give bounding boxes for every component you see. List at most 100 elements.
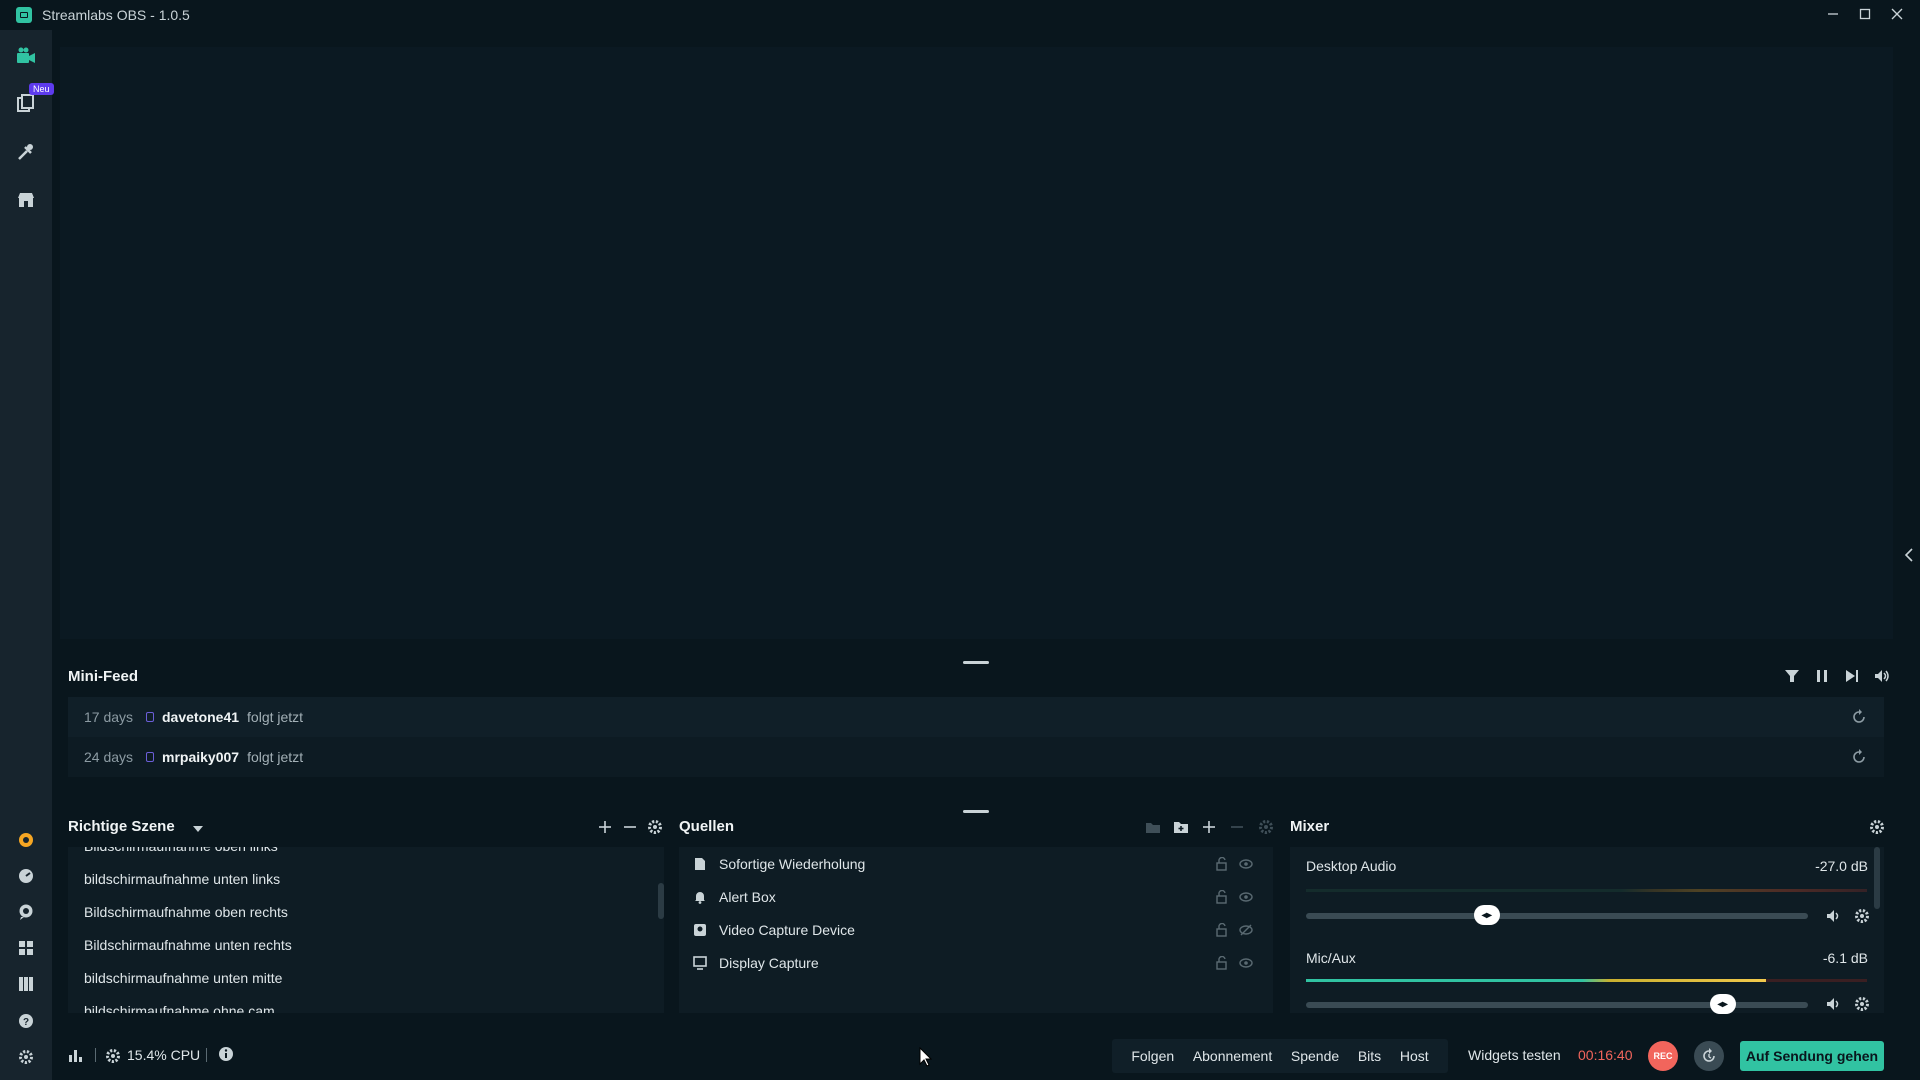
scenes-title: Richtige Szene — [68, 818, 175, 835]
mixer-panel: Desktop Audio -27.0 dB ◂▸ Mic/Aux -6.1 d… — [1290, 847, 1884, 1016]
audio-meter — [1306, 889, 1867, 892]
close-button[interactable] — [1888, 3, 1906, 25]
source-item[interactable]: Sofortige Wiederholung — [679, 847, 1273, 880]
scene-item[interactable]: bildschirmaufnahme ohne cam — [68, 994, 664, 1014]
chat-icon[interactable] — [16, 902, 36, 922]
volume-slider[interactable]: ◂▸ — [1306, 905, 1808, 925]
help-icon[interactable]: ? — [16, 1011, 36, 1031]
replay-buffer-icon[interactable] — [1694, 1041, 1724, 1071]
widgets-grid-icon[interactable] — [16, 938, 36, 958]
widgets-test-toggle[interactable]: Widgets testen — [1468, 1047, 1561, 1063]
speaker-icon[interactable] — [1826, 997, 1842, 1016]
performance-chart-icon[interactable] — [68, 1048, 84, 1067]
source-label: Video Capture Device — [719, 921, 855, 938]
scene-item[interactable]: Bildschirmaufnahme oben rechts — [68, 895, 664, 928]
feed-resize-handle[interactable] — [963, 810, 989, 813]
cpu-gear-icon — [105, 1048, 121, 1069]
title-bar: Streamlabs OBS - 1.0.5 — [0, 0, 1920, 30]
scene-collection-selector[interactable]: Richtige Szene — [68, 818, 203, 836]
eye-icon[interactable] — [1239, 857, 1253, 871]
volume-icon[interactable] — [1874, 668, 1890, 684]
skip-icon[interactable] — [1844, 668, 1860, 684]
volume-slider-knob[interactable]: ◂▸ — [1473, 905, 1500, 925]
feed-time: 24 days — [84, 749, 134, 765]
filter-icon[interactable] — [1784, 668, 1800, 684]
lock-icon[interactable] — [1215, 856, 1229, 871]
maximize-button[interactable] — [1856, 3, 1874, 25]
layout-editor-icon[interactable] — [16, 93, 36, 113]
source-item[interactable]: Alert Box — [679, 880, 1273, 913]
mixer-scrollbar[interactable] — [1874, 847, 1880, 909]
minimize-button[interactable] — [1824, 3, 1842, 25]
source-item[interactable]: Display Capture — [679, 946, 1273, 979]
dashboard-icon[interactable] — [16, 866, 36, 886]
source-label: Sofortige Wiederholung — [719, 855, 866, 872]
lock-icon[interactable] — [1215, 922, 1229, 937]
test-bits-button[interactable]: Bits — [1358, 1048, 1381, 1064]
file-icon — [693, 857, 707, 871]
add-folder-icon[interactable] — [1172, 818, 1190, 836]
info-icon[interactable] — [218, 1046, 234, 1067]
prime-icon[interactable] — [16, 830, 36, 850]
stream-preview[interactable] — [60, 47, 1893, 639]
caret-down-icon — [192, 819, 203, 836]
mixer-settings-gear-icon[interactable] — [1868, 818, 1886, 836]
divider — [95, 1048, 96, 1062]
remove-scene-button[interactable] — [621, 818, 639, 836]
studio-editor-icon[interactable] — [16, 46, 36, 66]
audio-meter — [1306, 979, 1867, 982]
go-live-button[interactable]: Auf Sendung gehen — [1740, 1041, 1884, 1071]
test-follow-button[interactable]: Folgen — [1131, 1048, 1174, 1064]
source-settings-gear-icon[interactable] — [1257, 818, 1275, 836]
volume-slider-knob[interactable]: ◂▸ — [1709, 994, 1736, 1014]
scene-scrollbar[interactable] — [658, 883, 664, 919]
recording-timer: 00:16:40 — [1578, 1047, 1633, 1063]
test-host-button[interactable]: Host — [1400, 1048, 1429, 1064]
remove-source-button[interactable] — [1228, 818, 1246, 836]
lock-icon[interactable] — [1215, 955, 1229, 970]
feed-user: davetone41 — [162, 709, 240, 725]
channel-settings-gear-icon[interactable] — [1854, 996, 1870, 1017]
minifeed-title: Mini-Feed — [68, 668, 138, 685]
scene-item[interactable]: Bildschirmaufnahme unten rechts — [68, 928, 664, 961]
test-widgets-group: Folgen Abonnement Spende Bits Host — [1112, 1039, 1448, 1073]
eye-slash-icon[interactable] — [1239, 923, 1253, 937]
themes-icon[interactable] — [16, 142, 36, 162]
scene-item[interactable]: bildschirmaufnahme unten links — [68, 862, 664, 895]
scene-item[interactable]: Bildschirmaufnahme oben links — [68, 847, 664, 862]
test-subscription-button[interactable]: Abonnement — [1193, 1048, 1272, 1064]
source-label: Alert Box — [719, 888, 776, 905]
add-scene-button[interactable] — [596, 818, 614, 836]
repeat-alert-icon[interactable] — [1850, 708, 1868, 726]
status-bar — [52, 1030, 1920, 1080]
studio-mode-icon[interactable] — [16, 974, 36, 994]
scene-settings-gear-icon[interactable] — [646, 818, 664, 836]
mixer-channel-db: -6.1 dB — [1822, 950, 1868, 966]
feed-user: mrpaiky007 — [162, 749, 240, 765]
test-donation-button[interactable]: Spende — [1291, 1048, 1339, 1064]
feed-time: 17 days — [84, 709, 134, 725]
app-store-icon[interactable] — [16, 190, 36, 210]
add-source-button[interactable] — [1200, 818, 1218, 836]
mixer-channel-name: Mic/Aux — [1306, 950, 1356, 966]
repeat-alert-icon[interactable] — [1850, 748, 1868, 766]
cpu-usage: 15.4% CPU — [127, 1047, 201, 1063]
app-logo-icon — [16, 7, 32, 23]
left-navigation: Neu ? — [0, 30, 54, 1080]
lock-icon[interactable] — [1215, 889, 1229, 904]
settings-gear-icon[interactable] — [16, 1047, 36, 1067]
source-item[interactable]: Video Capture Device — [679, 913, 1273, 946]
record-button[interactable]: REC — [1648, 1041, 1678, 1071]
eye-icon[interactable] — [1239, 956, 1253, 970]
speaker-icon[interactable] — [1826, 909, 1842, 928]
volume-slider[interactable]: ◂▸ — [1306, 994, 1808, 1014]
pause-icon[interactable] — [1814, 668, 1830, 684]
source-group-icon[interactable] — [1144, 818, 1162, 836]
new-badge: Neu — [29, 83, 54, 95]
source-list: Sofortige Wiederholung Alert Box Video C… — [679, 847, 1273, 1013]
scene-item[interactable]: bildschirmaufnahme unten mitte — [68, 961, 664, 994]
eye-icon[interactable] — [1239, 890, 1253, 904]
chevron-left-icon[interactable] — [1904, 548, 1914, 567]
preview-resize-handle[interactable] — [963, 661, 989, 664]
channel-settings-gear-icon[interactable] — [1854, 908, 1870, 929]
